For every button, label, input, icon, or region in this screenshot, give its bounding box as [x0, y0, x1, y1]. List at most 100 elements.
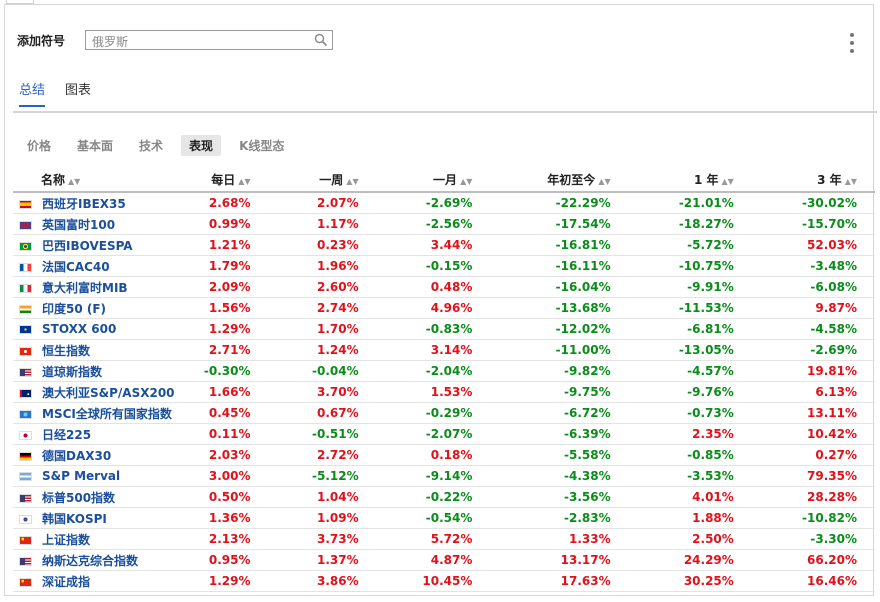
table-row[interactable]: 法国CAC40 1.79% 1.96% -0.15% -16.11% -10.75% -3.…: [13, 255, 875, 277]
column-header-daily[interactable]: 每日 ▲▼: [174, 167, 269, 193]
subtab-technical[interactable]: 技术: [131, 135, 171, 156]
index-link[interactable]: 韩国KOSPI: [42, 512, 107, 526]
cell-index-name: 道琼斯指数: [13, 360, 175, 382]
index-link[interactable]: 澳大利亚S&P/ASX200: [42, 386, 175, 400]
index-link[interactable]: 标普500指数: [42, 491, 115, 505]
table-row[interactable]: 西班牙IBEX35 2.68% 2.07% -2.69% -22.29% -21.01% -…: [13, 192, 875, 214]
index-link[interactable]: MSCI全球所有国家指数: [42, 407, 172, 421]
index-link[interactable]: 巴西IBOVESPA: [42, 239, 133, 253]
cell-index-name: 澳大利亚S&P/ASX200: [13, 381, 175, 403]
cell-performance-value: -2.07%: [376, 423, 491, 445]
es-flag-icon: [19, 199, 32, 209]
table-row[interactable]: 意大利富时MIB 2.09% 2.60% 0.48% -16.04% -9.91% -6.0…: [13, 276, 875, 298]
sort-icon: ▲▼: [68, 176, 81, 186]
index-link[interactable]: 英国富时100: [42, 218, 115, 232]
table-row[interactable]: 英国富时100 0.99% 1.17% -2.56% -17.54% -18.27% -15…: [13, 213, 875, 235]
cell-performance-value: 79.35%: [751, 465, 875, 487]
tab-chart[interactable]: 图表: [65, 79, 91, 105]
cell-performance-value: -0.54%: [376, 507, 491, 529]
cell-performance-value: 6.13%: [751, 381, 875, 403]
cell-performance-value: 52.03%: [751, 234, 875, 256]
index-link[interactable]: 深证成指: [42, 575, 90, 589]
index-link[interactable]: 道琼斯指数: [42, 365, 102, 379]
cell-performance-value: 0.27%: [751, 444, 875, 466]
cell-performance-value: -0.73%: [628, 402, 752, 424]
table-row[interactable]: 上证指数 2.13% 3.73% 5.72% 1.33% 2.50% -3.30%: [13, 528, 875, 550]
index-link[interactable]: 纳斯达克综合指数: [42, 554, 138, 568]
cell-index-name: 纳斯达克综合指数: [13, 549, 175, 571]
cell-performance-value: -6.81%: [628, 318, 752, 340]
table-row[interactable]: 恒生指数 2.71% 1.24% 3.14% -11.00% -13.05% -2.69%: [13, 339, 875, 361]
cell-index-name: 巴西IBOVESPA: [13, 234, 175, 256]
index-link[interactable]: 印度50 (F): [42, 302, 106, 316]
main-tabs: 总结 图表: [19, 79, 111, 107]
cell-performance-value: 3.86%: [268, 570, 377, 592]
cell-performance-value: -3.48%: [751, 255, 875, 277]
column-header-1y[interactable]: 1 年 ▲▼: [628, 167, 752, 193]
index-link[interactable]: 日经225: [42, 428, 91, 442]
cell-performance-value: -0.85%: [628, 444, 752, 466]
cell-performance-value: 0.95%: [174, 549, 269, 571]
table-row[interactable]: 日经225 0.11% -0.51% -2.07% -6.39% 2.35% 10.42%: [13, 423, 875, 445]
table-row[interactable]: 韩国KOSPI 1.36% 1.09% -0.54% -2.83% 1.88% -10.82…: [13, 507, 875, 529]
column-header-name[interactable]: 名称 ▲▼: [13, 167, 175, 193]
table-row[interactable]: STOXX 600 1.29% 1.70% -0.83% -12.02% -6.81% -4…: [13, 318, 875, 340]
cell-performance-value: -17.54%: [490, 213, 629, 235]
symbol-search-box: [85, 30, 333, 51]
index-link[interactable]: 上证指数: [42, 533, 90, 547]
cell-index-name: 标普500指数: [13, 486, 175, 508]
index-link[interactable]: 德国DAX30: [42, 449, 111, 463]
more-options-icon[interactable]: [849, 33, 855, 53]
cell-index-name: 德国DAX30: [13, 444, 175, 466]
cell-performance-value: -2.69%: [376, 192, 491, 214]
table-row[interactable]: 道琼斯指数 -0.30% -0.04% -2.04% -9.82% -4.57% 19.81…: [13, 360, 875, 382]
kr-flag-icon: [19, 514, 32, 524]
au-flag-icon: [19, 388, 32, 398]
cell-performance-value: 0.23%: [268, 234, 377, 256]
cell-performance-value: 0.50%: [174, 486, 269, 508]
index-link[interactable]: 意大利富时MIB: [42, 281, 128, 295]
index-link[interactable]: S&P Merval: [42, 469, 120, 483]
cell-performance-value: 13.17%: [490, 549, 629, 571]
cell-performance-value: 1.79%: [174, 255, 269, 277]
cell-performance-value: 2.13%: [174, 528, 269, 550]
table-row[interactable]: S&P Merval 3.00% -5.12% -9.14% -4.38% -3.53% 7…: [13, 465, 875, 487]
table-row[interactable]: 纳斯达克综合指数 0.95% 1.37% 4.87% 13.17% 24.29% 66.20…: [13, 549, 875, 571]
table-row[interactable]: 澳大利亚S&P/ASX200 1.66% 3.70% 1.53% -9.75% -9.76…: [13, 381, 875, 403]
cell-performance-value: 1.04%: [268, 486, 377, 508]
column-header-3y[interactable]: 3 年 ▲▼: [751, 167, 875, 193]
table-row[interactable]: 印度50 (F) 1.56% 2.74% 4.96% -13.68% -11.53% 9.8…: [13, 297, 875, 319]
index-link[interactable]: 恒生指数: [42, 344, 90, 358]
index-link[interactable]: 西班牙IBEX35: [42, 197, 126, 211]
cell-index-name: 恒生指数: [13, 339, 175, 361]
table-row[interactable]: 标普500指数 0.50% 1.04% -0.22% -3.56% 4.01% 28.28%: [13, 486, 875, 508]
cell-performance-value: 1.17%: [268, 213, 377, 235]
subtab-price[interactable]: 价格: [19, 135, 59, 156]
subtab-fundamentals[interactable]: 基本面: [69, 135, 121, 156]
table-row[interactable]: 巴西IBOVESPA 1.21% 0.23% 3.44% -16.81% -5.72% 52…: [13, 234, 875, 256]
cell-performance-value: 66.20%: [751, 549, 875, 571]
table-row[interactable]: 德国DAX30 2.03% 2.72% 0.18% -5.58% -0.85% 0.27%: [13, 444, 875, 466]
tabs-divider: [13, 111, 877, 113]
cell-performance-value: -0.30%: [174, 360, 269, 382]
cell-performance-value: -15.70%: [751, 213, 875, 235]
index-link[interactable]: STOXX 600: [42, 322, 116, 336]
column-header-ytd[interactable]: 年初至今 ▲▼: [490, 167, 629, 193]
tab-summary[interactable]: 总结: [19, 79, 46, 107]
table-row[interactable]: MSCI全球所有国家指数 0.45% 0.67% -0.29% -6.72% -0.73%…: [13, 402, 875, 424]
search-icon[interactable]: [314, 33, 328, 47]
subtab-candlestick[interactable]: K线型态: [231, 135, 292, 156]
column-header-week[interactable]: 一周 ▲▼: [268, 167, 377, 193]
cell-index-name: 上证指数: [13, 528, 175, 550]
column-header-month[interactable]: 一月 ▲▼: [376, 167, 491, 193]
index-link[interactable]: 法国CAC40: [42, 260, 110, 274]
symbol-search-input[interactable]: [86, 33, 312, 51]
table-row[interactable]: 深证成指 1.29% 3.86% 10.45% 17.63% 30.25% 16.46%: [13, 570, 875, 592]
cell-performance-value: -5.12%: [268, 465, 377, 487]
cell-performance-value: -2.83%: [490, 507, 629, 529]
cell-performance-value: -4.57%: [628, 360, 752, 382]
subtab-performance[interactable]: 表现: [181, 135, 222, 156]
cell-performance-value: 10.45%: [376, 570, 491, 592]
cell-performance-value: 3.00%: [174, 465, 269, 487]
cell-performance-value: -0.83%: [376, 318, 491, 340]
